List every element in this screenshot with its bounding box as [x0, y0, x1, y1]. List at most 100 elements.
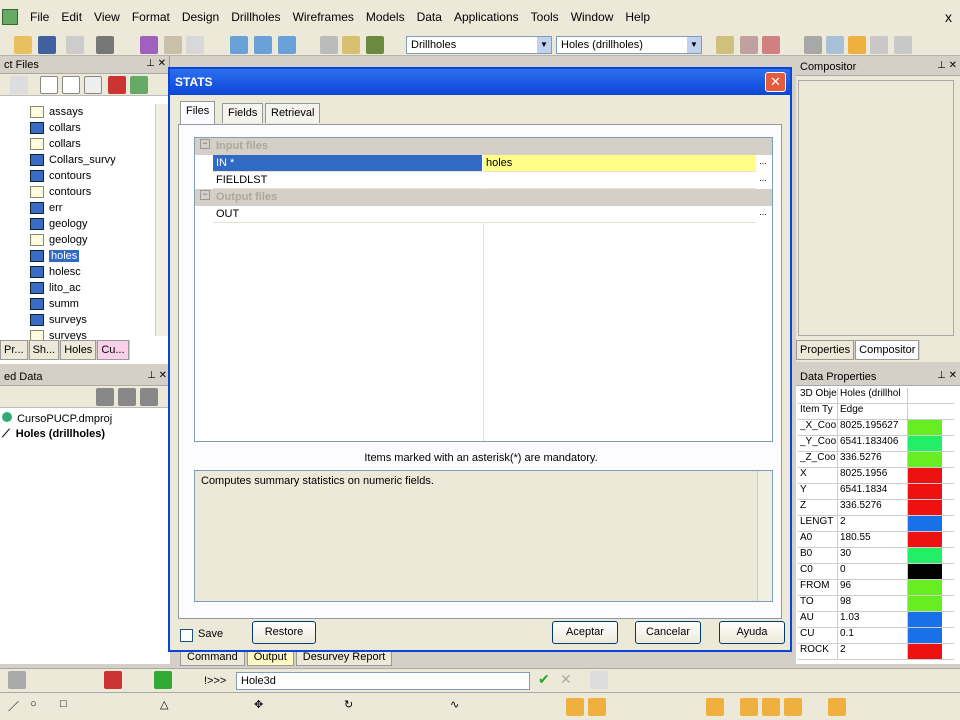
- search-icon[interactable]: [140, 388, 158, 406]
- file-tree-item[interactable]: summ: [30, 296, 79, 312]
- file-tree-item[interactable]: err: [30, 200, 62, 216]
- add2-icon[interactable]: [894, 36, 912, 54]
- tab-sheets[interactable]: Sh...: [28, 340, 60, 360]
- pencil-icon[interactable]: [826, 36, 844, 54]
- play-icon[interactable]: [154, 671, 172, 689]
- property-color-swatch[interactable]: [908, 628, 942, 643]
- rotate-icon[interactable]: ↻: [344, 698, 362, 716]
- tab-properties[interactable]: Properties: [796, 340, 855, 360]
- menu-format[interactable]: Format: [126, 10, 176, 24]
- property-color-swatch[interactable]: [908, 452, 942, 467]
- list-icon[interactable]: [84, 76, 102, 94]
- loaded-object-node[interactable]: ⟋ Holes (drillholes): [2, 428, 105, 441]
- property-row[interactable]: AU 1.03: [798, 612, 954, 628]
- tab-files[interactable]: Files: [180, 101, 216, 125]
- menu-tools[interactable]: Tools: [525, 10, 565, 24]
- browse-button[interactable]: ...: [756, 206, 770, 223]
- property-row[interactable]: Item Ty Edge: [798, 404, 954, 420]
- points2-icon[interactable]: [740, 36, 758, 54]
- menu-window[interactable]: Window: [565, 10, 620, 24]
- property-row[interactable]: CU 0.1: [798, 628, 954, 644]
- print-icon[interactable]: [96, 36, 114, 54]
- restore-button[interactable]: Restore: [252, 621, 316, 644]
- file-tree-item[interactable]: geology: [30, 216, 88, 232]
- chevron-down-icon[interactable]: ▼: [687, 37, 701, 53]
- file-tree-item[interactable]: lito_ac: [30, 280, 81, 296]
- file-tree-item[interactable]: holesc: [30, 264, 81, 280]
- close-icon[interactable]: ✕: [159, 370, 167, 381]
- record-icon[interactable]: [104, 671, 122, 689]
- property-color-swatch[interactable]: [908, 532, 942, 547]
- menu-applications[interactable]: Applications: [448, 10, 525, 24]
- grid-row-in-value[interactable]: holes: [483, 155, 756, 172]
- menu-design[interactable]: Design: [176, 10, 225, 24]
- points-icon[interactable]: [716, 36, 734, 54]
- property-row[interactable]: Z 336.5276: [798, 500, 954, 516]
- menu-edit[interactable]: Edit: [55, 10, 88, 24]
- file-tree-item[interactable]: Collars_survy: [30, 152, 116, 168]
- help-button[interactable]: Ayuda: [719, 621, 785, 644]
- file-tree-item[interactable]: geology: [30, 232, 88, 248]
- grid-row-fieldlst-value[interactable]: [483, 172, 756, 189]
- grid-row-fieldlst[interactable]: FIELDLST ...: [195, 172, 772, 189]
- grid-row-in[interactable]: IN * holes ...: [195, 155, 772, 172]
- select-icon[interactable]: [804, 36, 822, 54]
- window-close-icon[interactable]: x: [945, 9, 952, 25]
- property-row[interactable]: FROM 96: [798, 580, 954, 596]
- grid-row-out-value[interactable]: [483, 206, 756, 223]
- points3-icon[interactable]: [762, 36, 780, 54]
- dialog-close-button[interactable]: ✕: [765, 72, 786, 92]
- grid-icon[interactable]: [320, 36, 338, 54]
- move-arrows-icon[interactable]: ✥: [254, 698, 272, 716]
- pin-icon[interactable]: ⊥: [937, 60, 946, 71]
- command-input[interactable]: Hole3d: [236, 672, 530, 690]
- close-icon[interactable]: ✕: [158, 58, 166, 69]
- table-icon[interactable]: [828, 698, 846, 716]
- collapse-icon[interactable]: −: [200, 190, 210, 200]
- menu-drillholes[interactable]: Drillholes: [225, 10, 286, 24]
- property-color-swatch[interactable]: [908, 644, 942, 659]
- add-icon[interactable]: [870, 36, 888, 54]
- menu-view[interactable]: View: [88, 10, 126, 24]
- property-color-swatch[interactable]: [908, 484, 942, 499]
- tab-retrieval[interactable]: Retrieval: [265, 103, 321, 123]
- property-row[interactable]: LENGT 2: [798, 516, 954, 532]
- copy-file-icon[interactable]: [62, 76, 80, 94]
- link-icon[interactable]: [230, 36, 248, 54]
- curve-icon[interactable]: ∿: [450, 698, 468, 716]
- search-icon[interactable]: [590, 671, 608, 689]
- file-tree-item[interactable]: contours: [30, 184, 91, 200]
- check-icon[interactable]: ✔: [538, 671, 556, 689]
- ok-button[interactable]: Aceptar: [552, 621, 618, 644]
- property-color-swatch[interactable]: [908, 436, 942, 451]
- window2-icon[interactable]: [278, 36, 296, 54]
- description-scrollbar[interactable]: [757, 471, 772, 601]
- menu-data[interactable]: Data: [411, 10, 448, 24]
- property-color-swatch[interactable]: [908, 580, 942, 595]
- load-icon[interactable]: [96, 388, 114, 406]
- cursor-icon[interactable]: [740, 698, 758, 716]
- property-color-swatch[interactable]: [908, 388, 942, 403]
- cmd-tool-icon[interactable]: [8, 671, 26, 689]
- menu-help[interactable]: Help: [619, 10, 656, 24]
- output-files-category[interactable]: − Output files: [195, 189, 772, 206]
- palette-icon[interactable]: [366, 36, 384, 54]
- compositor-area[interactable]: [798, 80, 954, 336]
- browse-button[interactable]: ...: [756, 172, 770, 189]
- tab-fields[interactable]: Fields: [222, 103, 264, 123]
- tab-project[interactable]: Pr...: [0, 340, 28, 360]
- menu-models[interactable]: Models: [360, 10, 411, 24]
- menu-file[interactable]: File: [24, 10, 55, 24]
- property-color-swatch[interactable]: [908, 420, 942, 435]
- book-icon[interactable]: [140, 36, 158, 54]
- help-icon[interactable]: [186, 36, 204, 54]
- browse-button[interactable]: ...: [756, 155, 770, 172]
- cursor3-icon[interactable]: [784, 698, 802, 716]
- file-tree-scrollbar[interactable]: [155, 104, 169, 336]
- file-tree-item[interactable]: surveys: [30, 312, 87, 328]
- triangle-icon[interactable]: △: [160, 698, 178, 716]
- cancel-icon[interactable]: ✕: [560, 671, 578, 689]
- property-row[interactable]: ROCK 2: [798, 644, 954, 660]
- cut-icon[interactable]: [66, 36, 84, 54]
- property-color-swatch[interactable]: [908, 468, 942, 483]
